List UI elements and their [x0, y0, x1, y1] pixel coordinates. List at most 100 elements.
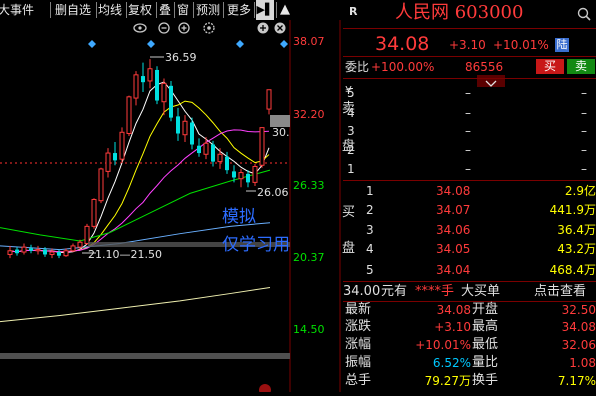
toolbar-forecast-button[interactable]: 预测	[196, 0, 222, 20]
high-price-annotation: 36.59	[165, 51, 197, 64]
candle	[35, 245, 41, 255]
stat-label: 涨跌	[345, 319, 372, 334]
stat-value: 6.52%	[432, 356, 471, 370]
sell-vol: –	[465, 124, 471, 138]
sell-vol: –	[465, 162, 471, 176]
divider	[343, 28, 596, 29]
watermark-line-1: 模拟	[222, 207, 256, 227]
stat-value: 7.17%	[557, 374, 596, 388]
candle	[98, 167, 104, 204]
candle	[63, 248, 69, 257]
stat-label: 开盘	[472, 302, 499, 317]
right-price-annotation: 30.	[272, 126, 290, 139]
candle	[29, 244, 33, 254]
price-axis-label: 26.33	[293, 179, 325, 192]
candle	[266, 89, 272, 115]
buy-level-label: 1	[366, 184, 374, 198]
divider	[343, 301, 596, 302]
buy-button[interactable]: 买	[536, 59, 564, 74]
buy-price: 34.04	[436, 263, 471, 277]
settings-icon	[203, 22, 215, 34]
stat-value: +3.10	[434, 320, 471, 334]
ma10-line	[9, 100, 270, 253]
toolbar-separator	[174, 2, 175, 18]
buy-level-label: 3	[366, 223, 374, 237]
price-axis-label: 32.20	[293, 108, 325, 121]
candle	[169, 80, 173, 122]
toolbar-window-button[interactable]: 窗	[177, 0, 191, 20]
currency-icon: ¥	[345, 84, 352, 97]
candle	[113, 142, 117, 166]
buy-side-label: 买	[342, 205, 356, 220]
chart-tool-icons[interactable]	[133, 22, 286, 34]
divider	[343, 180, 596, 181]
toolbar-adjust-button[interactable]: 复权	[128, 0, 154, 20]
candle	[7, 245, 13, 259]
event-diamond-icon	[236, 40, 244, 48]
buy-price: 34.08	[436, 184, 471, 198]
search-icon[interactable]	[577, 6, 591, 25]
toolbar-overlay-button[interactable]: 叠	[159, 0, 173, 20]
board-tag-badge: 陆	[555, 38, 569, 52]
candle	[252, 164, 258, 187]
toolbar-separator	[50, 2, 51, 18]
sell-vol: –	[581, 124, 587, 138]
sell-vol: –	[581, 106, 587, 120]
buy-price: 34.05	[436, 242, 471, 256]
toolbar-more-button[interactable]: 更多	[227, 0, 253, 20]
low-price-annotation: 26.06	[257, 186, 289, 199]
candle	[49, 248, 55, 259]
chevron-up-icon[interactable]: ▲	[280, 0, 296, 20]
stock-title: 人民网 603000	[395, 2, 524, 23]
ma20-line	[9, 129, 270, 253]
divider	[343, 78, 596, 79]
toolbar-separator	[223, 2, 224, 18]
buy-level-label: 5	[366, 263, 374, 277]
candle	[70, 243, 76, 253]
candle	[176, 107, 180, 141]
divider	[343, 281, 596, 282]
toolbar-events-button[interactable]: 大事件	[0, 0, 46, 20]
sell-button[interactable]: 卖	[567, 59, 595, 74]
moving-average-lines	[0, 81, 271, 323]
collapse-right-arrow-icon[interactable]: ▶▌	[256, 0, 274, 20]
stat-value: 32.50	[561, 303, 596, 317]
close-icon	[274, 22, 286, 34]
big-order-price: 34.00	[343, 284, 381, 299]
candle	[182, 115, 188, 143]
buy-vol: 441.9万	[549, 203, 596, 217]
event-markers[interactable]	[88, 40, 288, 48]
candle	[147, 59, 153, 89]
range-annotation: 21.10—21.50	[88, 248, 162, 261]
buy-level-label: 2	[366, 203, 374, 217]
buy-vol: 36.4万	[557, 223, 596, 237]
kline-chart[interactable]: 36.59 30. 26.06 21.10—21.50 模拟 仅学习用 38.0…	[0, 20, 342, 396]
stat-value: 34.08	[436, 303, 471, 317]
ma30-line	[0, 169, 271, 242]
candle	[141, 62, 145, 92]
candle	[57, 249, 61, 259]
price-axis-label: 14.50	[293, 323, 325, 336]
view-big-orders-link[interactable]: 点击查看	[534, 285, 586, 299]
toolbar-ma-button[interactable]: 均线	[98, 0, 124, 20]
toolbar-separator	[254, 2, 255, 18]
kline-chart-panel[interactable]: 36.59 30. 26.06 21.10—21.50 模拟 仅学习用 38.0…	[0, 20, 342, 396]
candle	[217, 148, 223, 169]
stat-label: 总手	[345, 373, 372, 388]
zoom-out-icon	[158, 22, 170, 34]
ma120-line	[0, 286, 271, 323]
chevron-down-icon	[485, 80, 497, 87]
event-diamond-icon	[88, 40, 96, 48]
candle	[259, 127, 265, 168]
toolbar-remove-watchlist-button[interactable]: 删自选	[55, 0, 95, 20]
sell-vol: –	[581, 162, 587, 176]
buy-vol: 2.9亿	[564, 184, 596, 198]
stat-label: 涨幅	[345, 337, 372, 352]
chart-toolbar: 大事件 删自选 均线 复权 叠 窗 预测 更多 ▶▌ ▲	[0, 0, 300, 20]
toolbar-separator	[193, 2, 194, 18]
stat-value: 1.08	[569, 356, 596, 370]
scroll-range-bar[interactable]	[0, 353, 290, 359]
stat-label: 最低	[472, 337, 499, 352]
toolbar-separator	[276, 2, 277, 18]
expand-toggle[interactable]	[477, 75, 505, 87]
